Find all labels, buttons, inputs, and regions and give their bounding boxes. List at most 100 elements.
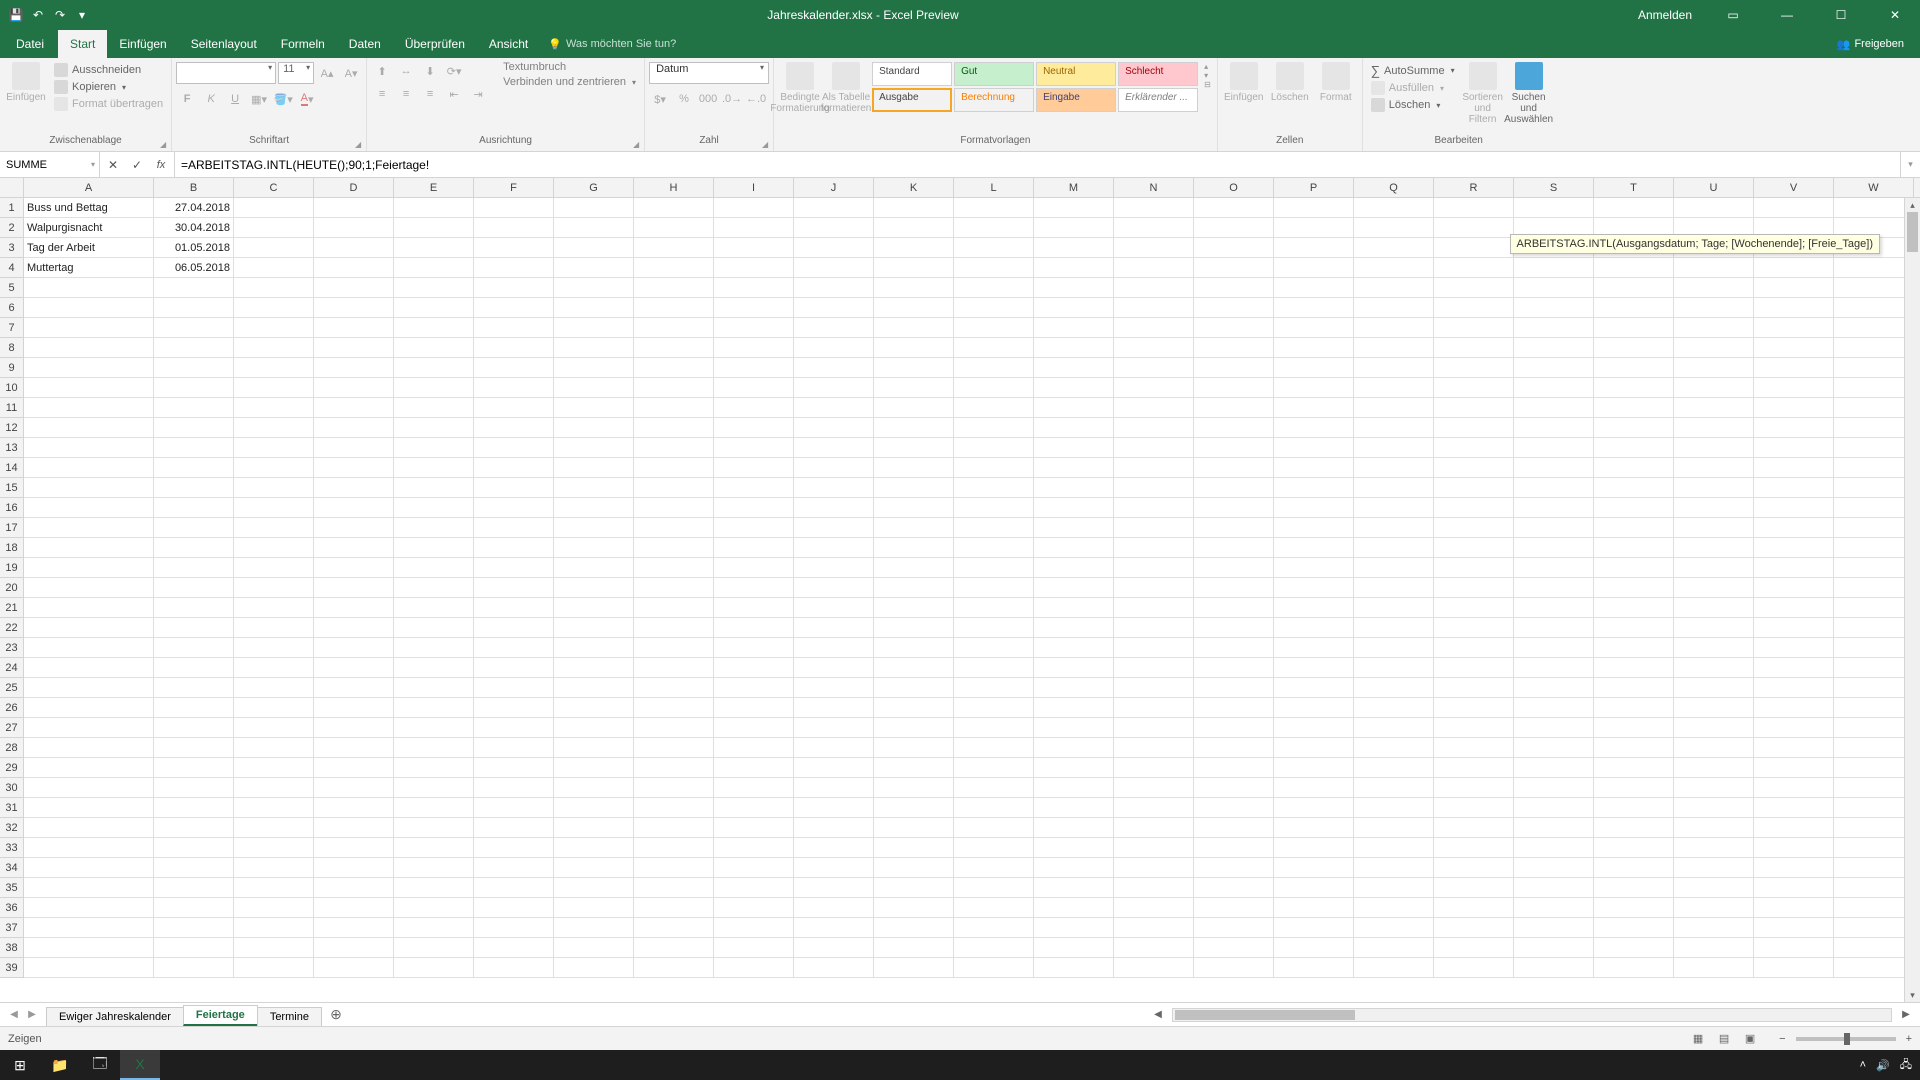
cell-I21[interactable] [714,598,794,618]
cell-L1[interactable] [954,198,1034,218]
cell-L6[interactable] [954,298,1034,318]
cell-P18[interactable] [1274,538,1354,558]
cell-E31[interactable] [394,798,474,818]
cell-L3[interactable] [954,238,1034,258]
cell-M36[interactable] [1034,898,1114,918]
cell-V14[interactable] [1754,458,1834,478]
cell-E18[interactable] [394,538,474,558]
cell-F38[interactable] [474,938,554,958]
cell-P30[interactable] [1274,778,1354,798]
cell-F37[interactable] [474,918,554,938]
cell-O28[interactable] [1194,738,1274,758]
scroll-up-icon[interactable]: ▴ [1905,198,1920,212]
sheet-tab[interactable]: Termine [257,1007,322,1026]
cell-I29[interactable] [714,758,794,778]
cell-K7[interactable] [874,318,954,338]
cell-S32[interactable] [1514,818,1594,838]
cell-T1[interactable] [1594,198,1674,218]
cell-M30[interactable] [1034,778,1114,798]
cell-J37[interactable] [794,918,874,938]
start-button[interactable]: ⊞ [0,1050,40,1080]
cell-N9[interactable] [1114,358,1194,378]
cell-B20[interactable] [154,578,234,598]
cell-J34[interactable] [794,858,874,878]
cell-A8[interactable] [24,338,154,358]
cell-D30[interactable] [314,778,394,798]
cell-H35[interactable] [634,878,714,898]
cell-Q23[interactable] [1354,638,1434,658]
cell-S22[interactable] [1514,618,1594,638]
cell-O10[interactable] [1194,378,1274,398]
vscroll-thumb[interactable] [1907,212,1918,252]
cell-P13[interactable] [1274,438,1354,458]
cell-E17[interactable] [394,518,474,538]
cell-T33[interactable] [1594,838,1674,858]
cell-D38[interactable] [314,938,394,958]
cell-R38[interactable] [1434,938,1514,958]
cell-R13[interactable] [1434,438,1514,458]
cell-G12[interactable] [554,418,634,438]
paste-button[interactable]: Einfügen [4,60,48,105]
cell-I32[interactable] [714,818,794,838]
cell-I18[interactable] [714,538,794,558]
cell-Q8[interactable] [1354,338,1434,358]
cell-B31[interactable] [154,798,234,818]
cell-J33[interactable] [794,838,874,858]
save-icon[interactable]: 💾 [8,7,24,23]
cell-D26[interactable] [314,698,394,718]
cell-W12[interactable] [1834,418,1914,438]
zoom-slider[interactable] [1796,1037,1896,1041]
comma-button[interactable]: 000 [697,88,719,110]
cell-T7[interactable] [1594,318,1674,338]
cell-Q31[interactable] [1354,798,1434,818]
cell-Q38[interactable] [1354,938,1434,958]
style-schlecht[interactable]: Schlecht [1118,62,1198,86]
cell-U35[interactable] [1674,878,1754,898]
cell-D15[interactable] [314,478,394,498]
cell-V18[interactable] [1754,538,1834,558]
cell-D24[interactable] [314,658,394,678]
cell-O12[interactable] [1194,418,1274,438]
font-size-combo[interactable]: 11 [278,62,314,84]
cell-D14[interactable] [314,458,394,478]
tab-view[interactable]: Ansicht [477,30,540,58]
cell-P9[interactable] [1274,358,1354,378]
cell-F23[interactable] [474,638,554,658]
gallery-more-icon[interactable]: ⊟ [1204,80,1211,89]
cell-T32[interactable] [1594,818,1674,838]
cell-D23[interactable] [314,638,394,658]
cell-T21[interactable] [1594,598,1674,618]
font-dialog-launcher[interactable]: ◢ [352,138,364,150]
style-eingabe[interactable]: Eingabe [1036,88,1116,112]
cell-G23[interactable] [554,638,634,658]
cell-F24[interactable] [474,658,554,678]
cell-O13[interactable] [1194,438,1274,458]
cell-O39[interactable] [1194,958,1274,978]
cell-Q11[interactable] [1354,398,1434,418]
cell-Q16[interactable] [1354,498,1434,518]
tab-review[interactable]: Überprüfen [393,30,477,58]
cell-I39[interactable] [714,958,794,978]
cell-B5[interactable] [154,278,234,298]
row-header[interactable]: 31 [0,798,24,818]
cell-K5[interactable] [874,278,954,298]
cell-O30[interactable] [1194,778,1274,798]
cell-S24[interactable] [1514,658,1594,678]
cell-K22[interactable] [874,618,954,638]
cell-V32[interactable] [1754,818,1834,838]
cell-E30[interactable] [394,778,474,798]
cell-G21[interactable] [554,598,634,618]
cell-T18[interactable] [1594,538,1674,558]
cell-G24[interactable] [554,658,634,678]
cell-N12[interactable] [1114,418,1194,438]
cell-B26[interactable] [154,698,234,718]
cell-A6[interactable] [24,298,154,318]
cell-G8[interactable] [554,338,634,358]
cell-G13[interactable] [554,438,634,458]
cell-K16[interactable] [874,498,954,518]
cell-I19[interactable] [714,558,794,578]
cell-A28[interactable] [24,738,154,758]
cell-L15[interactable] [954,478,1034,498]
cell-N33[interactable] [1114,838,1194,858]
cell-M39[interactable] [1034,958,1114,978]
